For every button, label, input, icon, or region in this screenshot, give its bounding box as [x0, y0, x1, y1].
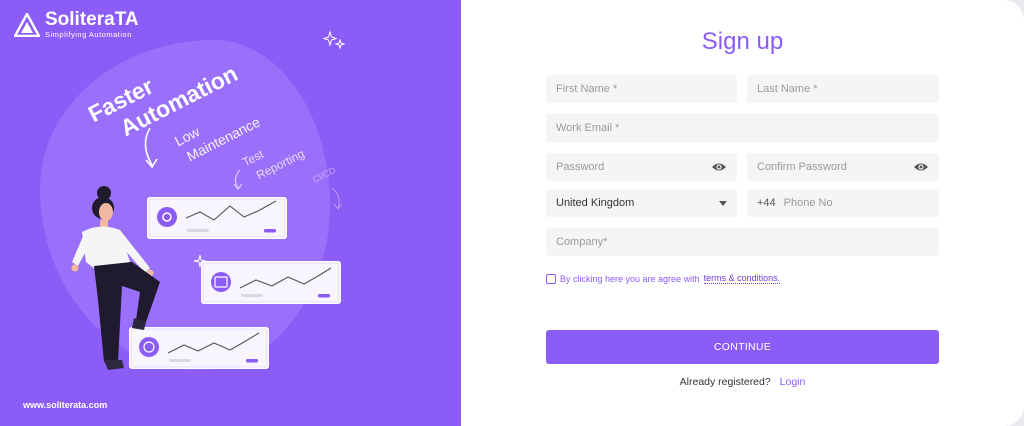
phone-prefix: +44 — [757, 197, 776, 209]
country-value: United Kingdom — [556, 197, 635, 209]
agree-text: By clicking here you are agree with — [560, 273, 700, 284]
terms-link[interactable]: terms & conditions. — [703, 273, 781, 284]
arrow-icon — [233, 169, 243, 190]
eye-icon[interactable] — [711, 161, 727, 173]
login-prompt: Already registered? Login — [546, 376, 939, 388]
report-card — [129, 327, 269, 369]
password-field[interactable] — [546, 153, 737, 181]
company-input[interactable] — [556, 236, 929, 248]
arrow-icon — [144, 127, 158, 169]
company-field[interactable] — [546, 228, 939, 256]
confirm-password-field[interactable] — [747, 153, 939, 181]
hero-panel: SoliteraTA Simplifying Automation Faster… — [0, 0, 461, 426]
first-name-input[interactable] — [556, 83, 727, 95]
country-select[interactable]: United Kingdom — [546, 189, 737, 217]
confirm-password-input[interactable] — [757, 161, 913, 173]
phone-field[interactable]: +44 — [747, 189, 939, 217]
automation-illustration — [71, 127, 343, 370]
report-card — [147, 197, 287, 239]
terms-checkbox[interactable] — [546, 273, 556, 284]
eye-icon[interactable] — [913, 161, 929, 173]
report-card — [201, 261, 341, 304]
email-input[interactable] — [556, 122, 929, 134]
continue-button[interactable]: CONTINUE — [546, 330, 939, 364]
password-input[interactable] — [556, 161, 711, 173]
login-link[interactable]: Login — [780, 376, 806, 388]
website-link[interactable]: www.soliterata.com — [23, 400, 107, 410]
last-name-input[interactable] — [757, 83, 929, 95]
phone-input[interactable] — [783, 197, 929, 209]
first-name-field[interactable] — [546, 75, 737, 103]
email-field[interactable] — [546, 114, 939, 142]
page-title: Sign up — [701, 28, 784, 55]
last-name-field[interactable] — [747, 75, 939, 103]
chevron-down-icon[interactable] — [719, 200, 727, 206]
already-registered-text: Already registered? — [679, 376, 771, 388]
arrow-icon — [331, 187, 343, 210]
terms-agreement: By clicking here you are agree with term… — [546, 273, 781, 284]
